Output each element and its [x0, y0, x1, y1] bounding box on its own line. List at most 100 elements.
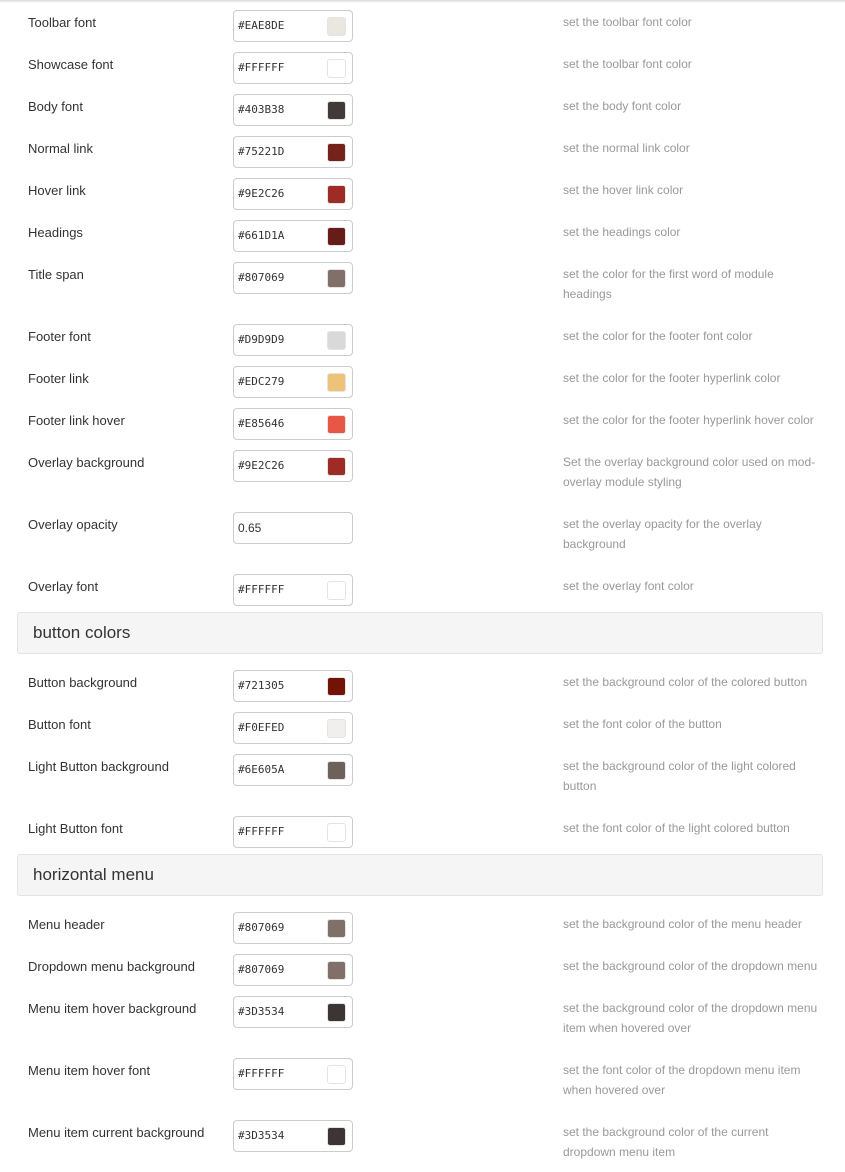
setting-description: set the background color of the current …: [563, 1125, 769, 1159]
setting-row-body-font: Body font #403B38 set the body font color: [0, 84, 845, 126]
setting-label: Hover link: [28, 183, 86, 198]
color-input[interactable]: #403B38: [233, 94, 353, 126]
setting-description: set the background color of the dropdown…: [563, 959, 818, 973]
setting-label: Menu item hover font: [28, 1063, 151, 1078]
setting-row-dropdown-menu-background: Dropdown menu background #807069 set the b…: [0, 944, 845, 986]
input-value: #F0EFED: [238, 721, 285, 734]
setting-description: set the body font color: [563, 99, 682, 113]
top-shadow: [0, 0, 845, 3]
color-input[interactable]: #6E605A: [233, 754, 353, 786]
color-swatch[interactable]: [327, 961, 346, 980]
setting-description: set the background color of the menu hea…: [563, 917, 802, 931]
color-input[interactable]: #E85646: [233, 408, 353, 440]
input-value: #EAE8DE: [238, 19, 285, 32]
setting-label: Menu header: [28, 917, 105, 932]
color-input[interactable]: #661D1A: [233, 220, 353, 252]
color-input[interactable]: #FFFFFF: [233, 1058, 353, 1090]
setting-row-overlay-font: Overlay font #FFFFFF set the overlay font …: [0, 564, 845, 606]
setting-description: set the toolbar font color: [563, 15, 692, 29]
color-swatch[interactable]: [327, 719, 346, 738]
color-input[interactable]: #3D3534: [233, 1120, 353, 1152]
setting-label: Toolbar font: [28, 15, 96, 30]
setting-row-showcase-font: Showcase font #FFFFFF set the toolbar font…: [0, 42, 845, 84]
input-value: #661D1A: [238, 229, 285, 242]
setting-row-menu-item-hover-background: Menu item hover background #3D3534 set the…: [0, 986, 845, 1048]
color-swatch[interactable]: [327, 59, 346, 78]
color-swatch[interactable]: [327, 101, 346, 120]
color-swatch[interactable]: [327, 331, 346, 350]
color-swatch[interactable]: [327, 1127, 346, 1146]
color-input[interactable]: #FFFFFF: [233, 52, 353, 84]
setting-label: Footer link hover: [28, 413, 125, 428]
setting-row-overlay-opacity: Overlay opacity 0.65 set the overlay opaci…: [0, 502, 845, 564]
color-input[interactable]: #807069: [233, 912, 353, 944]
setting-description: set the background color of the colored …: [563, 675, 808, 689]
input-value: 0.65: [238, 521, 262, 535]
input-value: #403B38: [238, 103, 285, 116]
setting-label: Body font: [28, 99, 83, 114]
setting-label: Footer link: [28, 371, 89, 386]
color-input[interactable]: #3D3534: [233, 996, 353, 1028]
setting-label: Headings: [28, 225, 83, 240]
color-input[interactable]: #9E2C26: [233, 450, 353, 482]
text-input[interactable]: 0.65: [233, 512, 353, 544]
setting-description: set the toolbar font color: [563, 57, 692, 71]
input-value: #6E605A: [238, 763, 285, 776]
input-value: #75221D: [238, 145, 285, 158]
setting-description: set the overlay font color: [563, 579, 694, 593]
color-swatch[interactable]: [327, 823, 346, 842]
color-input[interactable]: #807069: [233, 954, 353, 986]
setting-row-toolbar-font: Toolbar font #EAE8DE set the toolbar font …: [0, 0, 845, 42]
setting-description: set the color for the footer font color: [563, 329, 753, 343]
color-swatch[interactable]: [327, 1065, 346, 1084]
setting-row-overlay-background: Overlay background #9E2C26 Set the overlay…: [0, 440, 845, 502]
setting-row-headings: Headings #661D1A set the headings color: [0, 210, 845, 252]
color-swatch[interactable]: [327, 1003, 346, 1022]
color-swatch[interactable]: [327, 677, 346, 696]
color-input[interactable]: #9E2C26: [233, 178, 353, 210]
color-input[interactable]: #FFFFFF: [233, 816, 353, 848]
setting-description: set the font color of the button: [563, 717, 722, 731]
color-swatch[interactable]: [327, 581, 346, 600]
color-swatch[interactable]: [327, 17, 346, 36]
color-swatch[interactable]: [327, 919, 346, 938]
setting-label: Menu item hover background: [28, 1001, 197, 1016]
input-value: #FFFFFF: [238, 1067, 285, 1080]
color-swatch[interactable]: [327, 457, 346, 476]
color-input[interactable]: #EDC279: [233, 366, 353, 398]
color-input[interactable]: #D9D9D9: [233, 324, 353, 356]
setting-row-footer-link-hover: Footer link hover #E85646 set the color fo…: [0, 398, 845, 440]
color-swatch[interactable]: [327, 269, 346, 288]
input-value: #3D3534: [238, 1005, 285, 1018]
color-swatch[interactable]: [327, 227, 346, 246]
color-input[interactable]: #721305: [233, 670, 353, 702]
setting-label: Normal link: [28, 141, 94, 156]
input-value: #721305: [238, 679, 285, 692]
setting-row-footer-link: Footer link #EDC279 set the color for the …: [0, 356, 845, 398]
color-swatch[interactable]: [327, 373, 346, 392]
input-value: #807069: [238, 963, 285, 976]
color-input[interactable]: #FFFFFF: [233, 574, 353, 606]
setting-label: Overlay opacity: [28, 517, 118, 532]
setting-row-light-button-background: Light Button background #6E605A set the ba…: [0, 744, 845, 806]
color-swatch[interactable]: [327, 415, 346, 434]
input-value: #FFFFFF: [238, 825, 285, 838]
setting-row-button-background: Button background #721305 set the backgrou…: [0, 660, 845, 702]
setting-row-button-font: Button font #F0EFED set the font color of …: [0, 702, 845, 744]
setting-row-menu-item-hover-font: Menu item hover font #FFFFFF set the font …: [0, 1048, 845, 1110]
input-value: #807069: [238, 921, 285, 934]
setting-label: Showcase font: [28, 57, 114, 72]
color-swatch[interactable]: [327, 143, 346, 162]
color-input[interactable]: #F0EFED: [233, 712, 353, 744]
section-header-horizontal-menu: horizontal menu: [17, 854, 823, 896]
color-input[interactable]: #EAE8DE: [233, 10, 353, 42]
input-value: #E85646: [238, 417, 285, 430]
color-input[interactable]: #75221D: [233, 136, 353, 168]
color-input[interactable]: #807069: [233, 262, 353, 294]
input-value: #D9D9D9: [238, 333, 285, 346]
setting-description: set the color for the first word of modu…: [563, 267, 774, 301]
setting-label: Footer font: [28, 329, 91, 344]
color-swatch[interactable]: [327, 185, 346, 204]
color-swatch[interactable]: [327, 761, 346, 780]
setting-description: set the overlay opacity for the overlay …: [563, 517, 762, 551]
